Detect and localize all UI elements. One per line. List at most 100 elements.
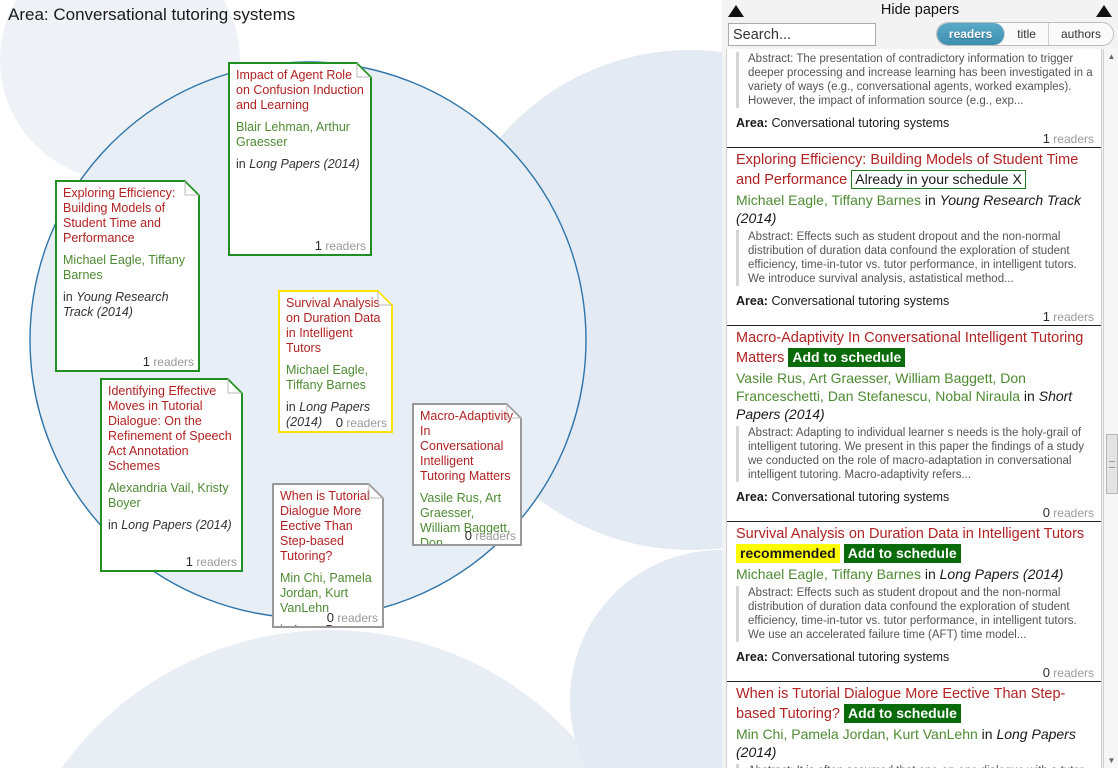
note-readers-label: readers — [337, 611, 378, 625]
paper-venue-prefix: in — [920, 566, 940, 582]
paper-title-text: Survival Analysis on Duration Data in In… — [736, 526, 1085, 542]
note-venue: in Long Papers (2014) — [236, 157, 364, 172]
already-in-schedule-button[interactable]: Already in your schedule X — [851, 170, 1026, 189]
paper-list-item[interactable]: Survival Analysis on Duration Data in In… — [727, 522, 1101, 682]
paper-area-label: Area: — [736, 116, 768, 130]
note-readers-label: readers — [475, 529, 516, 543]
papers-list-header: Hide papers — [722, 0, 1118, 21]
papers-scroll-area[interactable]: Abstract: The presentation of contradict… — [726, 49, 1102, 768]
search-input[interactable] — [728, 23, 876, 46]
sort-by-readers-button[interactable]: readers — [936, 23, 1006, 45]
scrollbar-down-arrow-icon[interactable]: ▼ — [1104, 753, 1118, 768]
note-readers-label: readers — [196, 555, 237, 569]
paper-note-macro-adaptivity[interactable]: Macro-Adaptivity In Conversational Intel… — [412, 403, 522, 546]
paper-readers-label: readers — [1049, 506, 1094, 520]
scrollbar-up-arrow-icon[interactable]: ▲ — [1104, 49, 1118, 64]
note-readers-label: readers — [325, 239, 366, 253]
paper-list-item[interactable]: Macro-Adaptivity In Conversational Intel… — [727, 326, 1101, 522]
note-readers-count: 0 readers — [465, 528, 516, 543]
add-to-schedule-button[interactable]: Add to schedule — [844, 704, 961, 723]
note-body: When is Tutorial Dialogue More Eective T… — [272, 483, 384, 628]
note-authors: Blair Lehman, Arthur Graesser — [236, 120, 350, 149]
sort-by-authors-button[interactable]: authors — [1048, 23, 1113, 45]
paper-readers-label: readers — [1049, 132, 1094, 146]
note-title: Impact of Agent Role on Confusion Induct… — [236, 68, 364, 112]
note-body: Exploring Efficiency: Building Models of… — [55, 180, 200, 372]
paper-area: Area: Conversational tutoring systems — [736, 294, 1094, 308]
app-root: Area: Conversational tutoring systems Im… — [0, 0, 1118, 768]
note-title: Identifying Effective Moves in Tutorial … — [108, 384, 232, 473]
paper-abstract: Abstract: Effects such as student dropou… — [736, 230, 1094, 286]
add-to-schedule-button[interactable]: Add to schedule — [788, 348, 906, 367]
note-readers-number: 1 — [185, 554, 193, 569]
paper-title[interactable]: Macro-Adaptivity In Conversational Intel… — [736, 329, 1094, 368]
page-title: Area: Conversational tutoring systems — [8, 5, 296, 24]
paper-area-value: Conversational tutoring systems — [767, 650, 950, 664]
paper-note-impact-of-agent-role[interactable]: Impact of Agent Role on Confusion Induct… — [228, 62, 372, 256]
note-venue-prefix: in — [108, 518, 122, 532]
paper-readers-count: 0 readers — [736, 665, 1094, 681]
paper-area-value: Conversational tutoring systems — [767, 294, 950, 308]
note-readers-count: 1 readers — [186, 554, 237, 569]
paper-abstract: Abstract: It is often assumed that one-o… — [736, 764, 1094, 768]
note-readers-label: readers — [346, 416, 387, 430]
paper-note-exploring-efficiency[interactable]: Exploring Efficiency: Building Models of… — [55, 180, 200, 372]
paper-note-survival-analysis[interactable]: Survival Analysis on Duration Data in In… — [278, 290, 393, 433]
note-readers-count: 1 readers — [315, 238, 366, 253]
add-to-schedule-button[interactable]: Add to schedule — [843, 544, 961, 563]
paper-authors-names: Michael Eagle, Tiffany Barnes — [736, 566, 921, 582]
visualization-panel: Area: Conversational tutoring systems Im… — [0, 0, 722, 768]
search-row: readers title authors — [722, 21, 1118, 49]
note-title: Macro-Adaptivity In Conversational Intel… — [420, 409, 514, 483]
sort-by-title-button[interactable]: title — [1005, 23, 1049, 45]
note-authors: Alexandria Vail, Kristy Boyer — [108, 481, 229, 510]
paper-authors: Michael Eagle, Tiffany Barnes in Long Pa… — [736, 565, 1094, 583]
paper-list-item[interactable]: Exploring Efficiency: Building Models of… — [727, 148, 1101, 326]
scrollbar-grip-icon — [1109, 461, 1115, 468]
note-readers-count: 0 readers — [336, 415, 387, 430]
note-title: Survival Analysis on Duration Data in In… — [286, 296, 381, 355]
paper-area-label: Area: — [736, 490, 768, 504]
paper-title[interactable]: When is Tutorial Dialogue More Eective T… — [736, 685, 1094, 724]
paper-authors-names: Min Chi, Pamela Jordan, Kurt VanLehn — [736, 726, 978, 742]
note-body: Macro-Adaptivity In Conversational Intel… — [412, 403, 522, 546]
note-readers-number: 0 — [335, 415, 343, 430]
paper-venue-prefix: in — [977, 726, 997, 742]
note-title: Exploring Efficiency: Building Models of… — [63, 186, 176, 245]
paper-area-label: Area: — [736, 650, 768, 664]
note-venue-name: Long Papers (2014) — [121, 518, 232, 532]
paper-authors-names: Vasile Rus, Art Graesser, William Bagget… — [736, 370, 1026, 404]
note-readers-count: 0 readers — [327, 610, 378, 625]
paper-list-item[interactable]: Abstract: The presentation of contradict… — [727, 49, 1101, 148]
paper-readers-number: 0 — [1042, 505, 1050, 520]
paper-title[interactable]: Exploring Efficiency: Building Models of… — [736, 151, 1094, 190]
note-venue-prefix: in — [280, 623, 293, 628]
paper-venue: Long Papers (2014) — [939, 566, 1064, 582]
paper-abstract: Abstract: The presentation of contradict… — [736, 52, 1094, 108]
note-readers-label: readers — [153, 355, 194, 369]
paper-list-item[interactable]: When is Tutorial Dialogue More Eective T… — [727, 682, 1101, 768]
note-readers-number: 0 — [464, 528, 472, 543]
paper-area-label: Area: — [736, 294, 768, 308]
note-readers-number: 1 — [142, 354, 150, 369]
scrollbar-thumb[interactable] — [1106, 434, 1118, 494]
note-venue-name: Long Papers (2014) — [249, 157, 360, 171]
paper-readers-label: readers — [1049, 310, 1094, 324]
sort-toggle-group: readers title authors — [935, 22, 1114, 46]
triangle-up-icon-right[interactable] — [1096, 5, 1112, 17]
paper-readers-count: 0 readers — [736, 505, 1094, 521]
note-title: When is Tutorial Dialogue More Eective T… — [280, 489, 370, 563]
paper-abstract: Abstract: Adapting to individual learner… — [736, 426, 1094, 482]
recommended-badge: recommended — [736, 544, 840, 563]
note-authors: Michael Eagle, Tiffany Barnes — [63, 253, 186, 282]
note-venue-prefix: in — [236, 157, 250, 171]
papers-container: Abstract: The presentation of contradict… — [727, 49, 1101, 768]
hide-papers-toggle[interactable]: Hide papers — [722, 2, 1118, 18]
paper-readers-number: 1 — [1042, 131, 1050, 146]
paper-note-when-is-tutorial-dialogue[interactable]: When is Tutorial Dialogue More Eective T… — [272, 483, 384, 628]
papers-scrollbar[interactable]: ▲ ▼ — [1103, 49, 1118, 768]
note-venue-name: Young Research Track (2014) — [63, 290, 169, 319]
paper-title[interactable]: Survival Analysis on Duration Data in In… — [736, 525, 1094, 564]
note-venue: in Young Research Track (2014) — [63, 290, 192, 320]
paper-note-identifying-effective-moves[interactable]: Identifying Effective Moves in Tutorial … — [100, 378, 243, 572]
